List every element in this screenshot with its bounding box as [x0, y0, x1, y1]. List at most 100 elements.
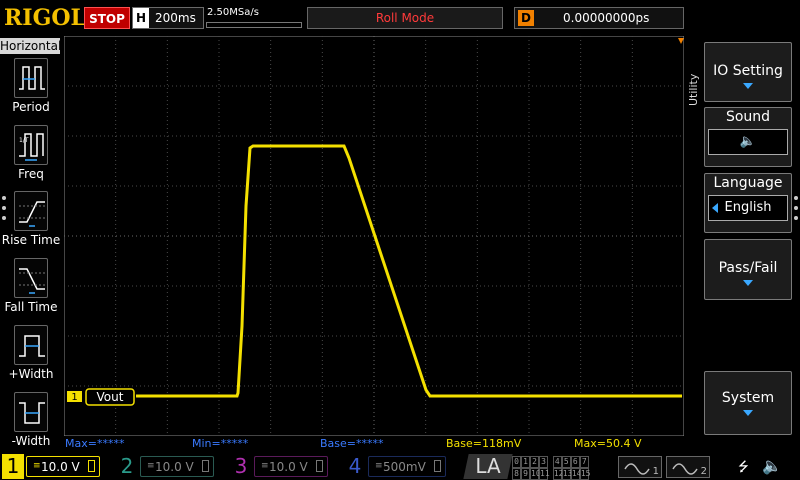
channel-1-label: Vout — [97, 390, 124, 404]
logic-analyzer-label: LA — [475, 454, 501, 478]
channel-1-scale-box: ≡ 10.0 V — [26, 456, 100, 477]
channel-2-number: 2 — [120, 454, 134, 478]
language-title: Language — [713, 175, 783, 191]
channel-4-scale: 500mV — [383, 460, 426, 474]
measure-max-ch1-result: Max=50.4 V — [574, 437, 642, 450]
measure-fall-time-button[interactable]: Fall Time — [0, 258, 62, 314]
waveform-grid[interactable]: 1 Vout — [64, 36, 684, 436]
channel-status-bar: 1 ≡ 10.0 V 2 ≡ 10.0 V 3 ≡ 10.0 V 4 ≡ 500… — [0, 453, 800, 480]
left-scroll-dot — [2, 216, 6, 220]
channel-1-number: 1 — [2, 454, 24, 479]
sound-value-box: 🔈 — [708, 129, 788, 155]
measure-panel: Horizontal Period 1/T Freq Rise Time Fal… — [0, 36, 62, 448]
pass-fail-button[interactable]: Pass/Fail — [704, 239, 792, 300]
timebase-value: 200ms — [155, 11, 196, 25]
pass-fail-label: Pass/Fail — [718, 260, 778, 276]
measure-freq-button[interactable]: 1/T Freq — [0, 125, 62, 181]
coupling-icon: ≡ — [147, 461, 155, 471]
right-scroll-dot — [794, 206, 798, 210]
frequency-icon: 1/T — [14, 125, 48, 165]
measure-category-title: Horizontal — [0, 38, 62, 54]
channel-4-status[interactable]: 4 ≡ 500mV — [344, 454, 448, 479]
timebase-label: H — [133, 8, 149, 28]
left-scroll-dot — [2, 206, 6, 210]
measure-rise-time-label: Rise Time — [1, 233, 61, 247]
channel-4-number: 4 — [348, 454, 362, 478]
positive-width-icon — [14, 325, 48, 365]
bandwidth-limit-icon — [316, 460, 323, 472]
language-value: English — [724, 200, 772, 215]
submenu-arrow-icon — [743, 410, 753, 416]
memory-depth-bar — [206, 22, 302, 28]
sound-button[interactable]: Sound 🔈 — [704, 107, 792, 167]
right-scroll-dot — [794, 196, 798, 200]
speaker-muted-icon[interactable]: 🔈 — [762, 456, 782, 475]
language-value-box: English — [708, 195, 788, 221]
delay-label: D — [518, 10, 534, 26]
submenu-arrow-icon — [743, 280, 753, 286]
delay-value: 0.00000000ps — [563, 11, 650, 25]
usb-icon: ⭍ — [738, 460, 749, 475]
rise-time-icon — [14, 191, 48, 231]
delay-box[interactable]: D 0.00000000ps — [514, 7, 684, 29]
channel-2-scale: 10.0 V — [155, 460, 194, 474]
measurement-results-bar: Max=***** Min=***** Base=***** Base=118m… — [64, 437, 684, 451]
measure-positive-width-button[interactable]: +Width — [0, 325, 62, 381]
measure-negative-width-button[interactable]: -Width — [0, 392, 62, 448]
channel-4-scale-box: ≡ 500mV — [368, 456, 446, 477]
right-scroll-dot — [794, 216, 798, 220]
channel-1-marker-number: 1 — [71, 392, 77, 403]
coupling-icon: ≡ — [33, 461, 41, 471]
logic-analyzer-button[interactable]: LA — [463, 454, 513, 479]
sound-title: Sound — [725, 109, 771, 125]
io-setting-label: IO Setting — [713, 63, 783, 79]
channel-3-scale-box: ≡ 10.0 V — [254, 456, 328, 477]
measure-period-button[interactable]: Period — [0, 58, 62, 114]
generator-2-button[interactable]: 2 — [666, 456, 710, 478]
timebase-box[interactable]: H 200ms — [132, 7, 204, 29]
fall-time-icon — [14, 258, 48, 298]
channel-1-scale: 10.0 V — [41, 460, 80, 474]
negative-width-icon — [14, 392, 48, 432]
language-left-arrow-icon — [712, 203, 718, 213]
measure-base-ch1-result: Base=118mV — [446, 437, 522, 450]
system-button[interactable]: System — [704, 371, 792, 435]
generator-1-button[interactable]: 1 — [618, 456, 662, 478]
bandwidth-limit-icon — [434, 460, 441, 472]
period-icon — [14, 58, 48, 98]
svg-text:1/T: 1/T — [19, 137, 29, 144]
coupling-icon: ≡ — [375, 461, 383, 471]
utility-menu-label: Utility — [687, 73, 700, 106]
acquisition-mode: Roll Mode — [307, 7, 503, 29]
measure-freq-label: Freq — [18, 167, 44, 181]
channel-3-number: 3 — [234, 454, 248, 478]
coupling-icon: ≡ — [261, 461, 269, 471]
speaker-icon: 🔈 — [739, 134, 757, 149]
measure-fall-time-label: Fall Time — [4, 300, 58, 314]
language-button[interactable]: Language English — [704, 173, 792, 233]
io-setting-button[interactable]: IO Setting — [704, 42, 792, 102]
digital-channels-row-1: 0123 4567 8 9 1011 12131415 — [512, 456, 590, 480]
run-stop-indicator[interactable]: STOP — [84, 7, 130, 29]
channel-2-scale-box: ≡ 10.0 V — [140, 456, 214, 477]
measure-positive-width-label: +Width — [8, 367, 54, 381]
channel-2-status[interactable]: 2 ≡ 10.0 V — [116, 454, 216, 479]
measure-negative-width-label: -Width — [11, 434, 51, 448]
rigol-logo: RIGOL — [4, 5, 86, 31]
generator-1-number: 1 — [652, 466, 659, 477]
top-status-bar: RIGOL STOP H 200ms 2.50MSa/s Roll Mode D… — [0, 0, 800, 36]
bandwidth-limit-icon — [88, 460, 95, 472]
bandwidth-limit-icon — [202, 460, 209, 472]
submenu-arrow-icon — [743, 83, 753, 89]
measure-base-result: Base=***** — [320, 437, 384, 450]
channel-3-status[interactable]: 3 ≡ 10.0 V — [230, 454, 330, 479]
channel-1-label-marker[interactable]: 1 Vout — [67, 388, 135, 406]
measure-max-result: Max=***** — [65, 437, 125, 450]
sample-rate: 2.50MSa/s — [207, 7, 259, 18]
measure-rise-time-button[interactable]: Rise Time — [0, 191, 62, 247]
generator-2-number: 2 — [700, 466, 707, 477]
channel-3-scale: 10.0 V — [269, 460, 308, 474]
measure-period-label: Period — [12, 100, 50, 114]
channel-1-status[interactable]: 1 ≡ 10.0 V — [2, 454, 100, 479]
system-label: System — [721, 390, 775, 406]
